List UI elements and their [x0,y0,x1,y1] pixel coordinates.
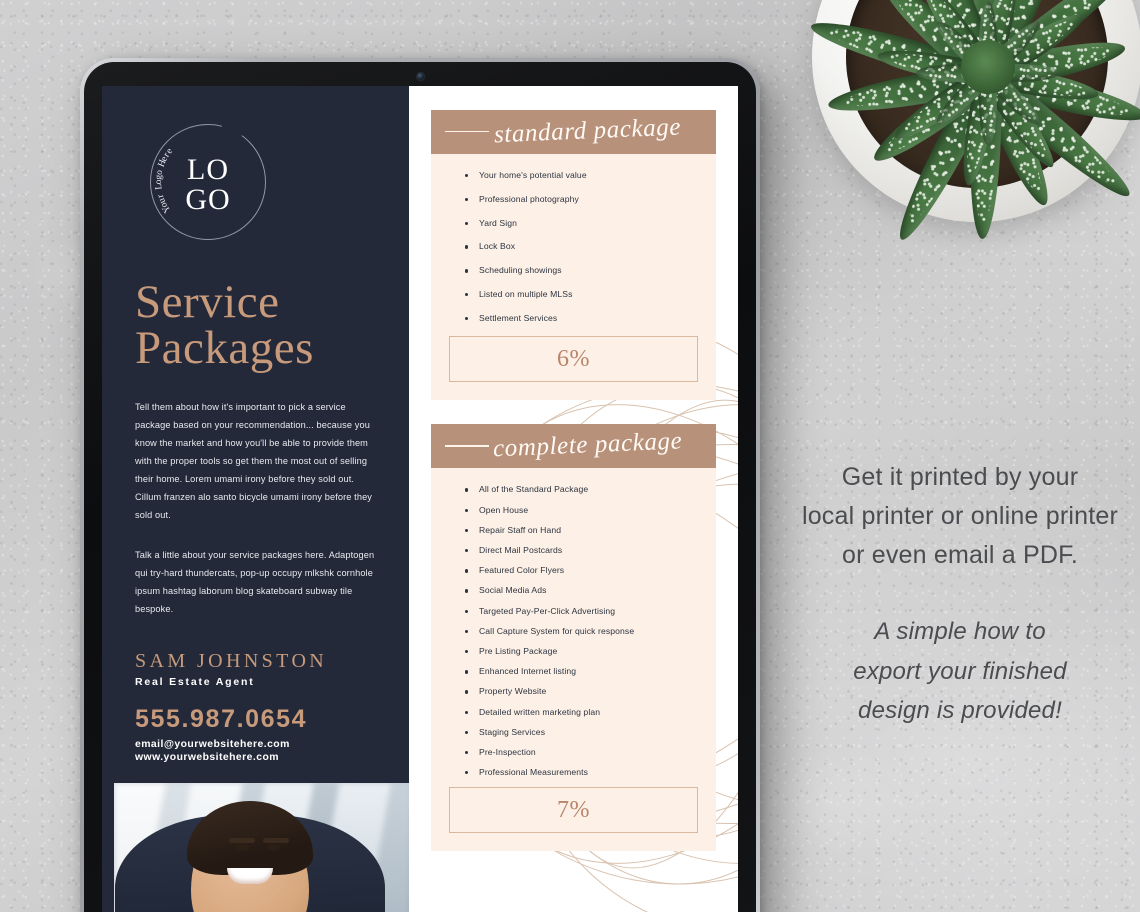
list-item: Scheduling showings [465,265,698,277]
plant-center [961,40,1015,94]
list-item: Enhanced Internet listing [465,666,698,678]
tablet-device: Your Logo Here LO GO Service Packages Te… [80,58,760,912]
tablet-bezel: Your Logo Here LO GO Service Packages Te… [84,62,756,912]
list-item: Your home's potential value [465,170,698,182]
promo-line: or even email a PDF. [841,540,1079,569]
promo-line: A simple how to [874,618,1046,645]
logo-line-2: GO [185,183,231,216]
list-item: Settlement Services [465,313,698,325]
agent-role: Real Estate Agent [135,676,255,689]
succulent-plant [806,0,1140,247]
camera-icon [416,73,424,80]
page-title-line-2: Packages [135,321,314,374]
list-item: Listed on multiple MLSs [465,289,698,301]
list-item: Pre Listing Package [465,646,698,658]
package-header: complete package [431,424,716,469]
package-price: 6% [557,345,590,372]
list-item: Social Media Ads [465,585,698,597]
package-body: All of the Standard Package Open House Rep… [431,468,716,852]
promo-text-block-1: Get it printed by your local printer or o… [790,458,1130,574]
brochure-right-panel: standard package Your home's potential va… [409,86,738,912]
list-item: Lock Box [465,241,698,253]
list-item: Direct Mail Postcards [465,545,698,557]
intro-paragraph-1: Tell them about how it's important to pi… [135,402,373,520]
agent-portrait-photo [114,783,409,912]
agent-website[interactable]: www.yourwebsitehere.com [135,752,379,763]
package-card: standard package Your home's potential va… [431,110,716,401]
scene-background: Your Logo Here LO GO Service Packages Te… [0,0,1140,912]
list-item: Professional Measurements [465,767,698,779]
package-title: complete package [492,427,683,463]
agent-name: SAM JOHNSTON [135,650,328,673]
package-body: Your home's potential value Professional … [431,154,716,401]
list-item: Call Capture System for quick response [465,626,698,638]
promo-line: export your finished [853,657,1067,685]
list-item: Detailed written marketing plan [465,707,698,719]
list-item: Repair Staff on Hand [465,525,698,537]
package-price-box: 7% [449,787,698,834]
package-feature-list: Your home's potential value Professional … [431,170,716,324]
promo-line: local printer or online printer [801,501,1119,530]
page-title-line-1: Service [135,276,280,328]
portrait-brow-right [262,838,289,844]
list-item: Open House [465,505,698,517]
promo-text-block-2: A simple how to export your finished desig… [800,612,1120,731]
intro-paragraph-2: Talk a little about your service package… [135,549,375,614]
package-title: standard package [493,113,682,149]
promo-line: design is provided! [858,697,1062,725]
package-list: standard package Your home's potential va… [409,110,738,852]
agent-email[interactable]: email@yourwebsitehere.com [135,739,379,750]
brochure-left-panel: Your Logo Here LO GO Service Packages Te… [102,86,409,912]
list-item: Property Website [465,686,698,698]
list-item: Targeted Pay-Per-Click Advertising [465,606,698,618]
promo-line: Get it printed by your [841,463,1079,491]
list-item: All of the Standard Package [465,484,698,496]
package-feature-list: All of the Standard Package Open House Rep… [431,484,716,778]
list-item: Pre-Inspection [465,747,698,759]
list-item: Featured Color Flyers [465,565,698,577]
tablet-screen: Your Logo Here LO GO Service Packages Te… [102,86,738,912]
package-price-box: 6% [449,336,698,383]
page-title: Service Packages [135,279,379,374]
package-price: 7% [557,796,590,823]
list-item: Staging Services [465,727,698,739]
logo: Your Logo Here LO GO [150,124,266,240]
package-card: complete package All of the Standard Pack… [431,424,716,852]
list-item: Yard Sign [465,218,698,230]
agent-phone[interactable]: 555.987.0654 [135,705,379,734]
portrait-brow-left [229,838,256,844]
package-header: standard package [431,110,716,154]
logo-line-1: LO [187,152,229,186]
logo-words: LO GO [150,124,266,240]
list-item: Professional photography [465,194,698,206]
